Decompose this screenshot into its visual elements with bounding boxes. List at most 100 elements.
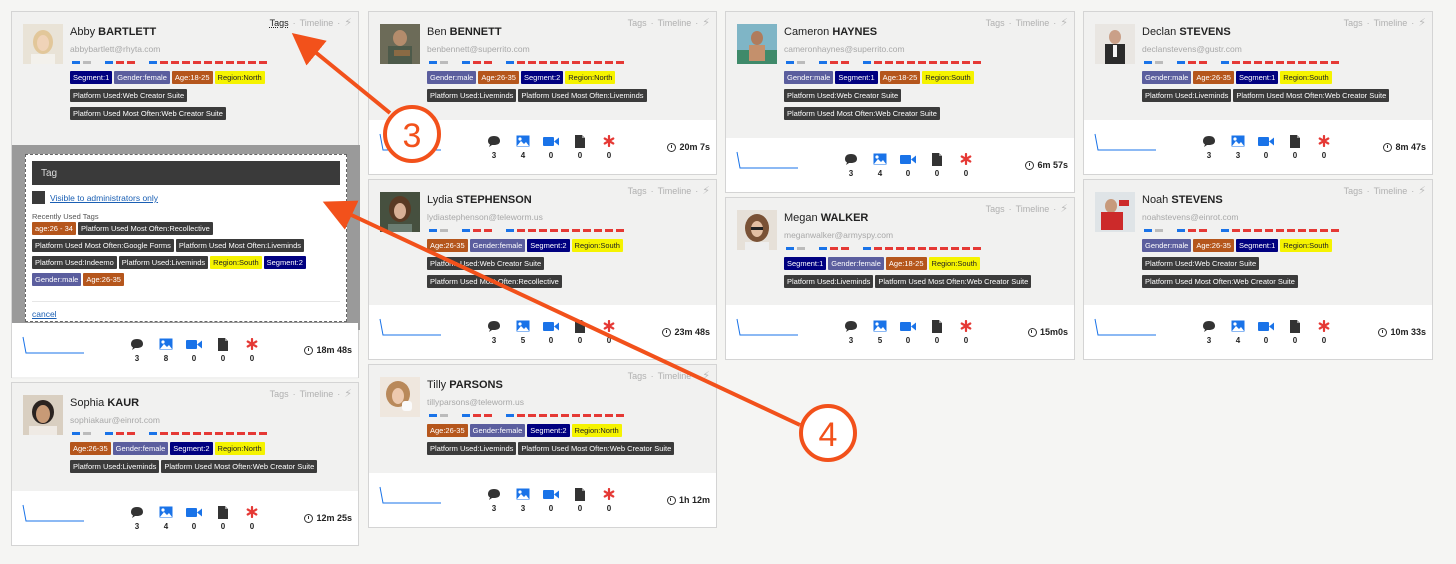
star-stat[interactable]: 0 <box>600 487 618 513</box>
avatar[interactable] <box>23 395 63 435</box>
tag-chip[interactable]: Age:26-35 <box>83 273 124 286</box>
activity-sparkline[interactable] <box>22 335 86 357</box>
tag-input[interactable]: Tag <box>32 161 340 185</box>
video-stat[interactable]: 0 <box>542 487 560 513</box>
comment-stat[interactable]: 3 <box>842 152 860 178</box>
video-stat[interactable]: 0 <box>899 319 917 345</box>
star-stat[interactable]: 0 <box>243 337 261 363</box>
tag-chip[interactable]: Age:26-35 <box>427 239 468 252</box>
participant-name[interactable]: Abby BARTLETT <box>70 26 156 38</box>
file-stat[interactable]: 0 <box>928 152 946 178</box>
tag-chip[interactable]: Gender:male <box>1142 71 1192 84</box>
tag-chip[interactable]: Gender:female <box>114 71 170 84</box>
comment-stat[interactable]: 3 <box>485 487 503 513</box>
timeline-link[interactable]: Timeline <box>1374 186 1408 196</box>
image-stat[interactable]: 3 <box>1229 134 1247 160</box>
tag-chip[interactable]: Platform Used Most Often:Web Creator Sui… <box>875 275 1032 288</box>
avatar[interactable] <box>737 24 777 64</box>
tag-chip[interactable]: Gender:male <box>427 71 477 84</box>
file-stat[interactable]: 0 <box>214 337 232 363</box>
activity-sparkline[interactable] <box>379 317 443 339</box>
tag-chip[interactable]: Age:18-25 <box>879 71 921 84</box>
tag-chip[interactable]: Region:South <box>571 239 623 252</box>
activity-sparkline[interactable] <box>22 503 86 525</box>
image-stat[interactable]: 3 <box>514 487 532 513</box>
tag-chip[interactable]: Segment:1 <box>70 71 113 84</box>
tag-chip[interactable]: Region:South <box>928 257 980 270</box>
tag-chip[interactable]: Gender:male <box>1142 239 1192 252</box>
file-stat[interactable]: 0 <box>214 505 232 531</box>
tag-chip[interactable]: Platform Used:Liveminds <box>427 442 517 455</box>
tag-chip[interactable]: Age:26-35 <box>70 442 111 455</box>
cancel-link[interactable]: cancel <box>32 309 57 319</box>
tag-chip[interactable]: Segment:1 <box>835 71 878 84</box>
bolt-icon[interactable]: ⚡ <box>702 184 710 197</box>
tag-chip[interactable]: Age:26-35 <box>478 71 519 84</box>
tag-chip[interactable]: Region:South <box>1280 239 1332 252</box>
tag-chip[interactable]: Platform Used Most Often:Liveminds <box>518 89 647 102</box>
tag-chip[interactable]: Platform Used:Liveminds <box>70 460 160 473</box>
tag-chip[interactable]: Platform Used:Web Creator Suite <box>70 89 188 102</box>
tag-chip[interactable]: age:26 - 34 <box>32 222 76 235</box>
avatar[interactable] <box>1095 24 1135 64</box>
tag-chip[interactable]: Platform Used Most Often:Web Creator Sui… <box>161 460 318 473</box>
participant-name[interactable]: Noah STEVENS <box>1142 194 1223 206</box>
activity-sparkline[interactable] <box>379 485 443 507</box>
star-stat[interactable]: 0 <box>957 319 975 345</box>
avatar[interactable] <box>1095 192 1135 232</box>
bolt-icon[interactable]: ⚡ <box>344 387 352 400</box>
comment-stat[interactable]: 3 <box>128 337 146 363</box>
tag-chip[interactable]: Platform Used:Liveminds <box>1142 89 1232 102</box>
tag-chip[interactable]: Segment:2 <box>520 71 564 84</box>
tag-chip[interactable]: Age:18-25 <box>171 71 213 84</box>
tag-chip[interactable]: Platform Used:Liveminds <box>784 275 874 288</box>
comment-stat[interactable]: 3 <box>1200 319 1218 345</box>
bolt-icon[interactable]: ⚡ <box>1060 202 1068 215</box>
tag-chip[interactable]: Platform Used Most Often:Recollective <box>77 222 213 235</box>
file-stat[interactable]: 0 <box>928 319 946 345</box>
tag-chip[interactable]: Region:North <box>214 71 265 84</box>
video-stat[interactable]: 0 <box>542 134 560 160</box>
timeline-link[interactable]: Timeline <box>1374 18 1408 28</box>
avatar[interactable] <box>23 24 63 64</box>
video-stat[interactable]: 0 <box>1257 134 1275 160</box>
visible-to-admins-link[interactable]: Visible to administrators only <box>50 193 158 203</box>
file-stat[interactable]: 0 <box>571 487 589 513</box>
comment-stat[interactable]: 3 <box>128 505 146 531</box>
tag-chip[interactable]: Platform Used Most Often:Liveminds <box>175 239 305 252</box>
visibility-checkbox[interactable] <box>32 191 45 204</box>
tag-chip[interactable]: Segment:2 <box>170 442 213 455</box>
avatar[interactable] <box>380 192 420 232</box>
participant-name[interactable]: Cameron HAYNES <box>784 26 877 38</box>
bolt-icon[interactable]: ⚡ <box>1060 16 1068 29</box>
tags-link[interactable]: Tags <box>1344 18 1363 28</box>
comment-stat[interactable]: 3 <box>1200 134 1218 160</box>
tag-chip[interactable]: Platform Used Most Often:Web Creator Sui… <box>1142 275 1298 288</box>
video-stat[interactable]: 0 <box>185 337 203 363</box>
timeline-link[interactable]: Timeline <box>1016 18 1050 28</box>
tag-chip[interactable]: Platform Used:Indeemo <box>32 256 117 269</box>
tag-chip[interactable]: Gender:male <box>784 71 834 84</box>
timeline-link[interactable]: Timeline <box>1016 204 1050 214</box>
star-stat[interactable]: 0 <box>600 134 618 160</box>
timeline-link[interactable]: Timeline <box>658 186 692 196</box>
star-stat[interactable]: 0 <box>957 152 975 178</box>
tag-chip[interactable]: Platform Used:Web Creator Suite <box>427 257 545 270</box>
image-stat[interactable]: 5 <box>871 319 889 345</box>
bolt-icon[interactable]: ⚡ <box>702 16 710 29</box>
comment-stat[interactable]: 3 <box>485 134 503 160</box>
tags-link[interactable]: Tags <box>1344 186 1363 196</box>
video-stat[interactable]: 0 <box>899 152 917 178</box>
tags-link[interactable]: Tags <box>628 186 647 196</box>
participant-name[interactable]: Megan WALKER <box>784 212 868 224</box>
tag-chip[interactable]: Segment:2 <box>263 256 306 269</box>
file-stat[interactable]: 0 <box>1286 134 1304 160</box>
tag-chip[interactable]: Region:South <box>210 256 262 269</box>
image-stat[interactable]: 4 <box>1229 319 1247 345</box>
tag-chip[interactable]: Segment:1 <box>1235 71 1279 84</box>
avatar[interactable] <box>380 24 420 64</box>
tag-chip[interactable]: Age:26-35 <box>1193 71 1234 84</box>
tag-chip[interactable]: Age:18-25 <box>885 257 927 270</box>
participant-name[interactable]: Declan STEVENS <box>1142 26 1231 38</box>
tag-chip[interactable]: Region:North <box>571 424 622 437</box>
